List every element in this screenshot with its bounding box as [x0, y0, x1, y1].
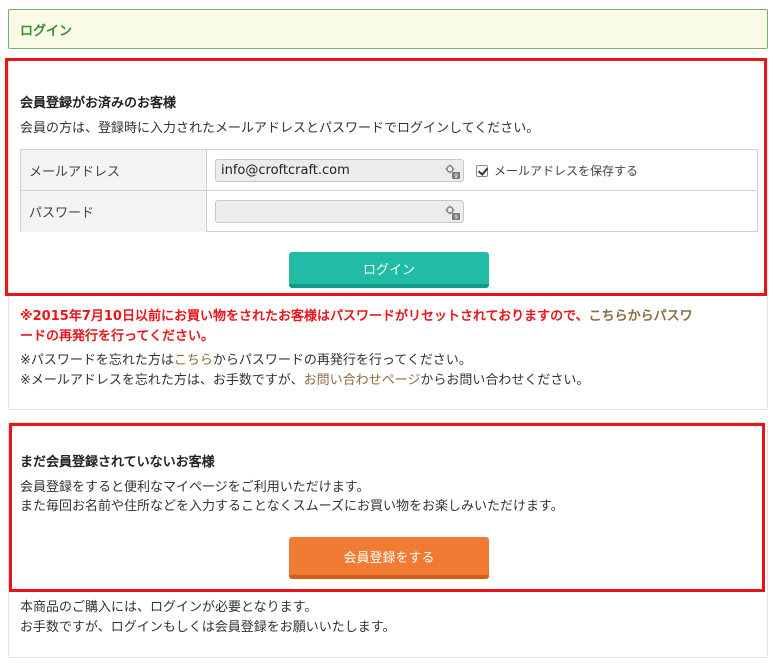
login-form: メールアドレス info@croftcraft.com 9 メールアドレスを保存…	[20, 149, 758, 232]
password-row: パスワード 9	[21, 191, 757, 232]
remember-email-option[interactable]: メールアドレスを保存する	[476, 162, 638, 179]
password-reset-warning: ※2015年7月10日以前にお買い物をされたお客様はパスワードがリセットされてお…	[20, 307, 760, 347]
member-section-title: 会員登録がお済みのお客様	[20, 96, 177, 111]
forgot-email-pre: ※メールアドレスを忘れた方は、お手数ですが、	[20, 373, 304, 388]
remember-email-label: メールアドレスを保存する	[494, 164, 639, 178]
forgot-password-pre: ※パスワードを忘れた方は	[20, 353, 174, 368]
password-manager-icon[interactable]: 9	[444, 204, 460, 220]
warning-text-pre: ※2015年7月10日以前にお買い物をされたお客様はパスワードがリセットされてお…	[20, 309, 589, 324]
email-input[interactable]: info@croftcraft.com 9	[215, 159, 464, 182]
email-label: メールアドレス	[21, 150, 207, 190]
remember-email-checkbox[interactable]	[476, 164, 488, 177]
email-value: info@croftcraft.com	[221, 163, 350, 178]
guest-section-title: まだ会員登録されていないお客様	[20, 455, 215, 470]
password-label: パスワード	[21, 191, 207, 232]
page-header: ログイン	[8, 9, 768, 49]
register-button[interactable]: 会員登録をする	[289, 537, 489, 579]
page-title: ログイン	[20, 23, 73, 39]
svg-text:9: 9	[454, 214, 458, 220]
login-button[interactable]: ログイン	[289, 252, 489, 288]
contact-page-link[interactable]: お問い合わせページ	[304, 373, 421, 388]
login-required-note: 本商品のご購入には、ログインが必要となります。	[20, 600, 318, 615]
login-request-note: お手数ですが、ログインもしくは会員登録をお願いいたします。	[20, 620, 396, 635]
guest-description-line1: 会員登録をすると便利なマイページをご利用いただけます。	[20, 480, 370, 495]
forgot-password-link[interactable]: こちら	[174, 353, 213, 368]
guest-description-line2: また毎回お名前や住所などを入力することなくスムーズにお買い物をお楽しみいただけま…	[20, 499, 564, 514]
password-input[interactable]: 9	[215, 200, 464, 223]
forgot-email-note: ※メールアドレスを忘れた方は、お手数ですが、お問い合わせページからお問い合わせく…	[20, 371, 589, 390]
email-row: メールアドレス info@croftcraft.com 9 メールアドレスを保存…	[21, 150, 757, 191]
warning-text-post: ードの再発行を行ってください。	[20, 329, 214, 344]
password-manager-icon[interactable]: 9	[444, 163, 460, 179]
forgot-password-note: ※パスワードを忘れた方はこちらからパスワードの再発行を行ってください。	[20, 351, 472, 370]
warning-link[interactable]: こちらからパスワ	[589, 309, 693, 324]
svg-text:9: 9	[454, 173, 458, 179]
forgot-password-post: からパスワードの再発行を行ってください。	[212, 353, 472, 368]
member-section-description: 会員の方は、登録時に入力されたメールアドレスとパスワードでログインしてください。	[20, 121, 540, 136]
forgot-email-post: からお問い合わせください。	[420, 373, 590, 388]
